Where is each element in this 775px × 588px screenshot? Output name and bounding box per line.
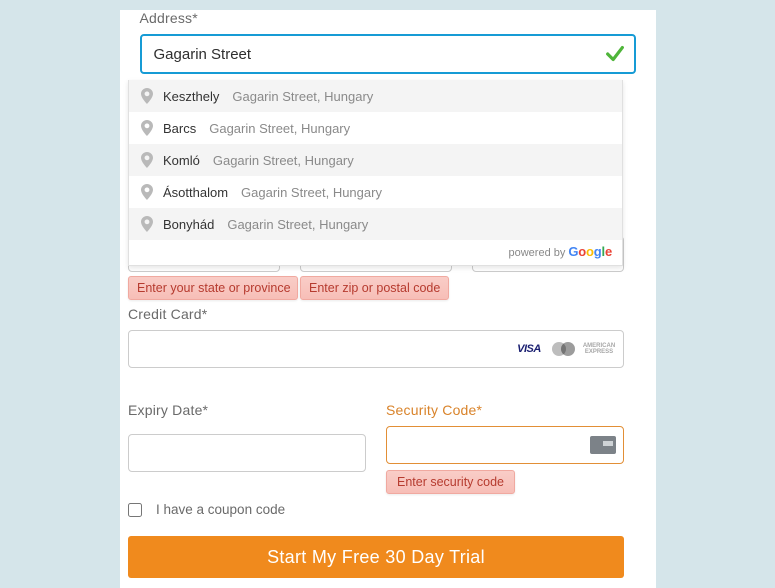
suggestion-secondary: Gagarin Street, Hungary bbox=[209, 121, 350, 136]
autocomplete-item[interactable]: Bonyhád Gagarin Street, Hungary bbox=[129, 208, 622, 240]
address-input-wrap bbox=[140, 34, 636, 74]
google-logo-icon: Google bbox=[568, 244, 612, 259]
address-field-group: Address* bbox=[140, 10, 636, 74]
map-pin-icon bbox=[141, 152, 153, 168]
card-brand-icons: VISA AMERICAN EXPRESS bbox=[514, 340, 614, 358]
address-label: Address* bbox=[140, 10, 636, 26]
autocomplete-item[interactable]: Barcs Gagarin Street, Hungary bbox=[129, 112, 622, 144]
security-label: Security Code* bbox=[386, 402, 624, 418]
suggestion-main: Komló bbox=[163, 153, 200, 168]
map-pin-icon bbox=[141, 88, 153, 104]
autocomplete-item[interactable]: Komló Gagarin Street, Hungary bbox=[129, 144, 622, 176]
valid-check-icon bbox=[604, 43, 626, 65]
powered-by-text: powered by bbox=[509, 247, 566, 259]
suggestion-main: Ásotthalom bbox=[163, 185, 228, 200]
expiry-label: Expiry Date* bbox=[128, 402, 366, 418]
amex-icon: AMERICAN EXPRESS bbox=[584, 340, 614, 358]
suggestion-main: Keszthely bbox=[163, 89, 219, 104]
coupon-label: I have a coupon code bbox=[156, 502, 285, 517]
security-error-tip: Enter security code bbox=[386, 470, 515, 494]
cvv-card-icon bbox=[590, 436, 616, 454]
credit-card-label: Credit Card* bbox=[128, 306, 624, 322]
security-code-input[interactable] bbox=[386, 426, 624, 464]
address-input[interactable] bbox=[140, 34, 636, 74]
coupon-checkbox[interactable] bbox=[128, 503, 142, 517]
autocomplete-item[interactable]: Ásotthalom Gagarin Street, Hungary bbox=[129, 176, 622, 208]
autocomplete-item[interactable]: Keszthely Gagarin Street, Hungary bbox=[129, 80, 622, 112]
credit-card-input-wrap: VISA AMERICAN EXPRESS bbox=[128, 330, 624, 368]
map-pin-icon bbox=[141, 184, 153, 200]
visa-icon: VISA bbox=[514, 340, 544, 358]
state-error-tip: Enter your state or province bbox=[128, 276, 298, 300]
credit-card-section: Credit Card* VISA AMERICAN EXPRESS bbox=[128, 306, 624, 368]
suggestion-secondary: Gagarin Street, Hungary bbox=[232, 89, 373, 104]
autocomplete-attribution: powered byGoogle bbox=[129, 240, 622, 265]
address-autocomplete-dropdown: Keszthely Gagarin Street, Hungary Barcs Gag… bbox=[128, 80, 623, 266]
suggestion-secondary: Gagarin Street, Hungary bbox=[213, 153, 354, 168]
coupon-row: I have a coupon code bbox=[128, 502, 624, 517]
start-trial-button[interactable]: Start My Free 30 Day Trial bbox=[128, 536, 624, 578]
expiry-security-row: Expiry Date* Security Code* Enter securi… bbox=[128, 402, 624, 472]
security-col: Security Code* Enter security code bbox=[386, 402, 624, 472]
suggestion-secondary: Gagarin Street, Hungary bbox=[227, 217, 368, 232]
mastercard-icon bbox=[550, 340, 578, 358]
expiry-input[interactable] bbox=[128, 434, 366, 472]
zip-error-tip: Enter zip or postal code bbox=[300, 276, 449, 300]
suggestion-main: Barcs bbox=[163, 121, 196, 136]
map-pin-icon bbox=[141, 216, 153, 232]
suggestion-secondary: Gagarin Street, Hungary bbox=[241, 185, 382, 200]
suggestion-main: Bonyhád bbox=[163, 217, 214, 232]
map-pin-icon bbox=[141, 120, 153, 136]
expiry-col: Expiry Date* bbox=[128, 402, 366, 472]
security-input-wrap bbox=[386, 426, 624, 464]
